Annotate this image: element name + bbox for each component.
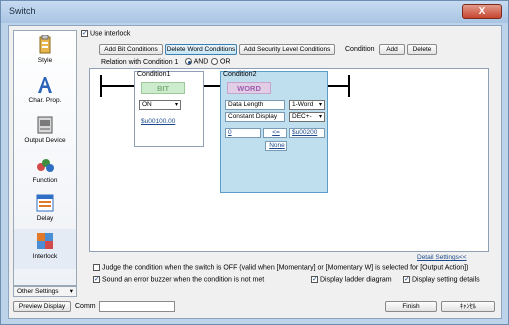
- error-buzzer-checkbox[interactable]: [93, 275, 100, 283]
- delete-condition-button[interactable]: Delete: [407, 44, 437, 55]
- none-field[interactable]: None: [265, 141, 287, 151]
- dialog-client: Style Char. Prop. Output Device Function…: [8, 25, 502, 319]
- judge-off-checkbox[interactable]: [93, 264, 100, 271]
- function-icon: [37, 159, 54, 172]
- display-setting-option[interactable]: Display setting details: [403, 275, 480, 284]
- condition2-type-tag: WORD: [227, 82, 271, 94]
- sidebar-item-style[interactable]: Style: [14, 33, 76, 73]
- chevron-down-icon: ▾: [318, 114, 322, 120]
- comment-label: Comm: [75, 303, 96, 310]
- data-length-select[interactable]: 1-Word ▾: [289, 100, 325, 110]
- close-button[interactable]: X: [462, 4, 502, 19]
- use-interlock-option[interactable]: Use interlock: [81, 29, 131, 38]
- condition1-box[interactable]: Condition1 BIT ON ▾ $u00100.00: [134, 71, 204, 147]
- constant-display-select[interactable]: DEC+- ▾: [289, 112, 325, 122]
- relation-or-option[interactable]: OR: [211, 58, 230, 65]
- sidebar-item-output-device[interactable]: Output Device: [14, 113, 76, 153]
- chevron-down-icon: ▾: [318, 102, 322, 108]
- display-setting-label: Display setting details: [411, 276, 480, 284]
- add-condition-button[interactable]: Add: [379, 44, 405, 55]
- sidebar-item-char-prop[interactable]: Char. Prop.: [14, 73, 76, 113]
- relation-or-label: OR: [219, 58, 231, 66]
- display-ladder-option[interactable]: Display ladder diagram: [311, 275, 392, 284]
- ladder-diagram-panel: Condition1 BIT ON ▾ $u00100.00 Condition…: [89, 68, 489, 252]
- footer-bar: Preview Display Comm Finish ｷｬﾝｾﾙ: [13, 299, 499, 316]
- text-a-icon: [38, 77, 52, 93]
- constant-display-label: Constant Display: [228, 113, 278, 120]
- switch-dialog: Switch X Style Char. Prop. Output Device…: [0, 0, 509, 325]
- right-rail: [348, 75, 350, 97]
- delete-word-conditions-button[interactable]: Delete Word Conditions: [165, 44, 237, 55]
- relation-and-radio[interactable]: [185, 58, 192, 65]
- sidebar-item-delay[interactable]: Delay: [14, 191, 76, 231]
- other-settings-label: Other Settings: [17, 288, 59, 295]
- preview-display-button[interactable]: Preview Display: [13, 301, 71, 312]
- sidebar-item-label: Style: [37, 57, 53, 64]
- sidebar-item-label: Interlock: [32, 253, 58, 260]
- constant-value-field[interactable]: 0: [225, 128, 261, 138]
- constant-display-label-box: Constant Display: [225, 112, 285, 122]
- relation-and-label: AND: [193, 58, 209, 66]
- condition1-state-select[interactable]: ON ▾: [139, 100, 181, 110]
- relation-label: Relation with Condition 1: [101, 59, 179, 66]
- sidebar-item-label: Function: [32, 177, 58, 184]
- comment-input[interactable]: [99, 301, 175, 312]
- sidebar-item-label: Output Device: [24, 137, 66, 144]
- chevron-down-icon: ▾: [174, 102, 178, 108]
- title-bar: Switch X: [1, 1, 508, 23]
- detail-settings-link[interactable]: Detail Settings<<: [417, 254, 467, 261]
- condition1-type-tag: BIT: [141, 82, 185, 94]
- condition2-title: Condition2: [223, 71, 257, 78]
- data-length-label: Data Length: [228, 101, 264, 108]
- cancel-button[interactable]: ｷｬﾝｾﾙ: [441, 301, 495, 312]
- sidebar-item-label: Char. Prop.: [28, 97, 62, 104]
- condition1-state-value: ON: [142, 101, 152, 108]
- use-interlock-label: Use interlock: [89, 30, 131, 38]
- operator-field[interactable]: <=: [263, 128, 287, 138]
- display-ladder-label: Display ladder diagram: [319, 276, 392, 284]
- style-icon: [39, 35, 51, 54]
- sidebar-item-label: Delay: [36, 215, 54, 222]
- use-interlock-checkbox[interactable]: [81, 29, 88, 37]
- condition1-title: Condition1: [137, 71, 171, 78]
- other-settings-dropdown[interactable]: Other Settings ▾: [13, 286, 77, 297]
- judge-off-option[interactable]: Judge the condition when the switch is O…: [93, 264, 468, 271]
- delay-icon: [36, 194, 54, 212]
- error-buzzer-option[interactable]: Sound an error buzzer when the condition…: [93, 275, 265, 284]
- error-buzzer-label: Sound an error buzzer when the condition…: [101, 276, 265, 284]
- add-security-level-conditions-button[interactable]: Add Security Level Conditions: [239, 44, 335, 55]
- chevron-down-icon: ▾: [69, 288, 73, 295]
- window-title: Switch: [9, 6, 36, 16]
- sidebar-item-function[interactable]: Function: [14, 153, 76, 193]
- device-icon: [37, 116, 53, 134]
- constant-display-value: DEC+-: [292, 113, 312, 120]
- data-length-value: 1-Word: [292, 101, 314, 108]
- condition1-device-link[interactable]: $u00100.00: [141, 118, 175, 125]
- display-setting-checkbox[interactable]: [403, 275, 410, 283]
- condition-label: Condition: [345, 46, 375, 53]
- judge-off-label: Judge the condition when the switch is O…: [101, 264, 469, 272]
- add-bit-conditions-button[interactable]: Add Bit Conditions: [99, 44, 163, 55]
- sidebar: Style Char. Prop. Output Device Function…: [13, 30, 77, 286]
- display-ladder-checkbox[interactable]: [311, 275, 318, 283]
- sidebar-item-interlock[interactable]: Interlock: [14, 229, 76, 269]
- relation-and-option[interactable]: AND: [185, 58, 208, 65]
- condition2-device-field[interactable]: $u00200: [289, 128, 325, 138]
- finish-button[interactable]: Finish: [385, 301, 437, 312]
- interlock-icon: [37, 233, 53, 249]
- data-length-label-box: Data Length: [225, 100, 285, 110]
- relation-or-radio[interactable]: [211, 58, 218, 65]
- main-panel: Use interlock Add Bit Conditions Delete …: [79, 29, 499, 296]
- condition2-box[interactable]: Condition2 WORD Data Length 1-Word ▾ Con…: [220, 71, 328, 193]
